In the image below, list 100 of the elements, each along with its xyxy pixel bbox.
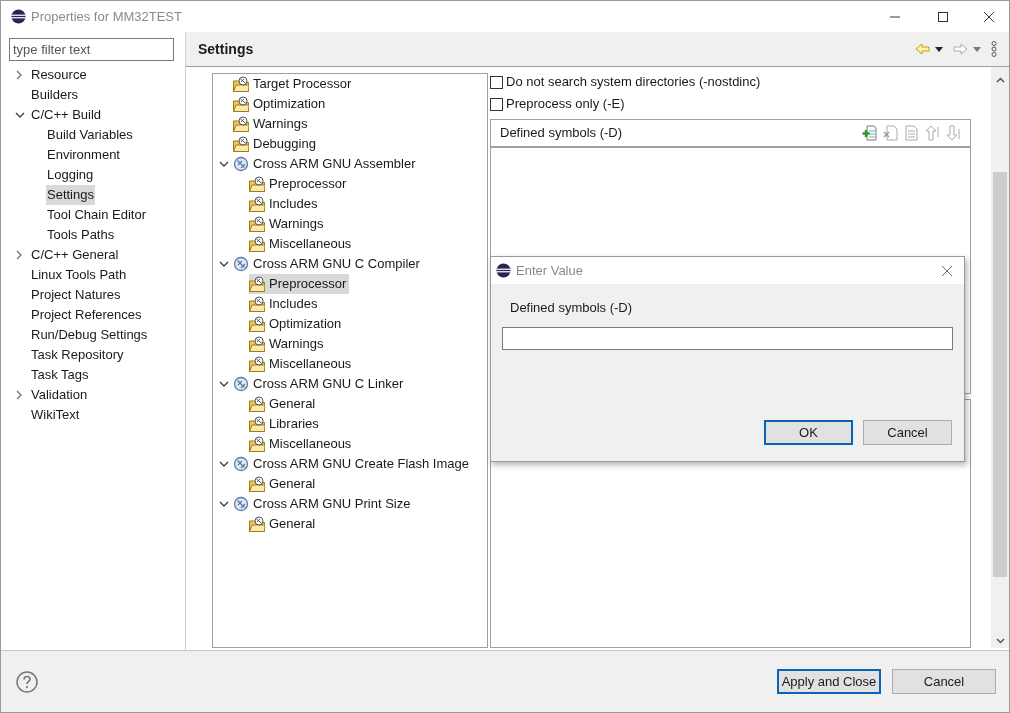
nav-item[interactable]: Builders bbox=[30, 85, 79, 105]
dropdown-caret-icon[interactable] bbox=[935, 46, 943, 52]
tree-item[interactable]: Warnings bbox=[233, 114, 311, 134]
chevron-right-icon[interactable] bbox=[15, 390, 23, 400]
more-options-icon[interactable] bbox=[991, 41, 997, 57]
nav-item[interactable]: Project Natures bbox=[30, 285, 122, 305]
button[interactable]: Apply and Close bbox=[777, 669, 881, 694]
nav-item[interactable]: Logging bbox=[46, 165, 95, 185]
scroll-up-icon[interactable] bbox=[995, 77, 1005, 83]
chevron-right-icon[interactable] bbox=[15, 250, 23, 260]
tool-folder-icon bbox=[249, 296, 265, 312]
nav-item[interactable]: Build Variables bbox=[46, 125, 134, 145]
eclipse-logo-icon bbox=[496, 263, 511, 278]
tool-folder-icon bbox=[249, 236, 265, 252]
value-input-field[interactable] bbox=[502, 326, 953, 350]
close-icon[interactable] bbox=[983, 10, 995, 23]
nav-item[interactable]: Settings bbox=[46, 185, 95, 205]
tree-item[interactable]: Warnings bbox=[249, 334, 327, 354]
tool-folder-icon bbox=[249, 316, 265, 332]
tool-folder-icon bbox=[249, 216, 265, 232]
tree-item[interactable]: Miscellaneous bbox=[249, 434, 355, 454]
chevron-down-icon[interactable] bbox=[219, 160, 229, 168]
tool-folder-icon bbox=[249, 176, 265, 192]
tree-item[interactable]: General bbox=[249, 514, 319, 534]
nav-item[interactable]: Run/Debug Settings bbox=[30, 325, 149, 345]
button[interactable]: Cancel bbox=[892, 669, 996, 694]
tool-folder-icon bbox=[249, 336, 265, 352]
checkbox[interactable] bbox=[490, 75, 503, 89]
tree-item[interactable]: Cross ARM GNU C Compiler bbox=[233, 254, 423, 274]
nav-item[interactable]: C/C++ General bbox=[30, 245, 120, 265]
checkbox[interactable] bbox=[490, 97, 503, 111]
nav-item[interactable]: C/C++ Build bbox=[30, 105, 103, 125]
tree-item[interactable]: Miscellaneous bbox=[249, 234, 355, 254]
tree-item[interactable]: Cross ARM GNU Assembler bbox=[233, 154, 419, 174]
nav-item[interactable]: Validation bbox=[30, 385, 89, 405]
tool-folder-icon bbox=[249, 516, 265, 532]
nav-item[interactable]: WikiText bbox=[30, 405, 81, 425]
button[interactable]: Cancel bbox=[863, 420, 952, 445]
dialog-title: Enter Value bbox=[516, 261, 583, 280]
nav-item[interactable]: Tools Paths bbox=[46, 225, 116, 245]
tree-item[interactable]: Includes bbox=[249, 294, 321, 314]
tree-item[interactable]: General bbox=[249, 394, 319, 414]
tool-gear-icon bbox=[233, 156, 249, 172]
tool-folder-icon bbox=[249, 396, 265, 412]
chevron-right-icon[interactable] bbox=[15, 70, 23, 80]
tree-item[interactable]: Cross ARM GNU C Linker bbox=[233, 374, 407, 394]
tree-item[interactable]: Libraries bbox=[249, 414, 322, 434]
tree-item[interactable]: Optimization bbox=[233, 94, 329, 114]
tree-item[interactable]: Cross ARM GNU Print Size bbox=[233, 494, 414, 514]
delete-icon[interactable] bbox=[883, 125, 898, 141]
tree-item[interactable]: Debugging bbox=[233, 134, 319, 154]
nav-item[interactable]: Linux Tools Path bbox=[30, 265, 128, 285]
nav-item[interactable]: Resource bbox=[30, 65, 88, 85]
chevron-down-icon[interactable] bbox=[15, 111, 25, 119]
button[interactable]: OK bbox=[764, 420, 853, 445]
checkbox-label: Do not search system directories (-nostdinc) bbox=[506, 73, 761, 92]
close-icon[interactable] bbox=[941, 264, 953, 277]
chevron-down-icon[interactable] bbox=[219, 460, 229, 468]
move-up-icon[interactable] bbox=[925, 125, 940, 141]
tree-item[interactable]: Preprocessor bbox=[249, 274, 350, 294]
scrollbar[interactable] bbox=[991, 67, 1009, 648]
panel-title: Defined symbols (-D) bbox=[500, 124, 623, 143]
tool-gear-icon bbox=[233, 256, 249, 272]
move-down-icon[interactable] bbox=[946, 125, 961, 141]
help-icon[interactable] bbox=[16, 670, 38, 693]
tree-item[interactable]: Optimization bbox=[249, 314, 345, 334]
page-title: Settings bbox=[198, 39, 254, 59]
field-label: Defined symbols (-D) bbox=[510, 299, 634, 317]
tool-folder-icon bbox=[249, 476, 265, 492]
chevron-down-icon[interactable] bbox=[219, 260, 229, 268]
nav-item[interactable]: Task Repository bbox=[30, 345, 125, 365]
filter-field[interactable]: type filter text bbox=[9, 38, 174, 61]
tool-folder-icon bbox=[233, 136, 249, 152]
nav-item[interactable]: Tool Chain Editor bbox=[46, 205, 147, 225]
tree-item[interactable]: Target Processor bbox=[233, 74, 355, 94]
tool-folder-icon bbox=[249, 416, 265, 432]
tool-folder-icon bbox=[233, 96, 249, 112]
nav-item[interactable]: Environment bbox=[46, 145, 121, 165]
checkbox-label: Preprocess only (-E) bbox=[506, 95, 625, 114]
add-icon[interactable] bbox=[862, 125, 877, 141]
tool-gear-icon bbox=[233, 456, 249, 472]
nav-item[interactable]: Project References bbox=[30, 305, 143, 325]
window-title: Properties for MM32TEST bbox=[31, 7, 182, 26]
tree-item[interactable]: Includes bbox=[249, 194, 321, 214]
chevron-down-icon[interactable] bbox=[219, 380, 229, 388]
tool-folder-icon bbox=[249, 436, 265, 452]
chevron-down-icon[interactable] bbox=[219, 500, 229, 508]
scroll-down-icon[interactable] bbox=[995, 638, 1005, 644]
maximize-icon[interactable] bbox=[937, 10, 949, 23]
tree-item[interactable]: Preprocessor bbox=[249, 174, 350, 194]
tree-item[interactable]: Miscellaneous bbox=[249, 354, 355, 374]
tool-folder-icon bbox=[249, 196, 265, 212]
tree-item[interactable]: General bbox=[249, 474, 319, 494]
nav-item[interactable]: Task Tags bbox=[30, 365, 90, 385]
scrollbar-thumb[interactable] bbox=[993, 172, 1007, 577]
tool-folder-icon bbox=[233, 116, 249, 132]
tree-item[interactable]: Warnings bbox=[249, 214, 327, 234]
tree-item[interactable]: Cross ARM GNU Create Flash Image bbox=[233, 454, 472, 474]
tool-gear-icon bbox=[233, 496, 249, 512]
tool-folder-icon bbox=[249, 276, 265, 292]
